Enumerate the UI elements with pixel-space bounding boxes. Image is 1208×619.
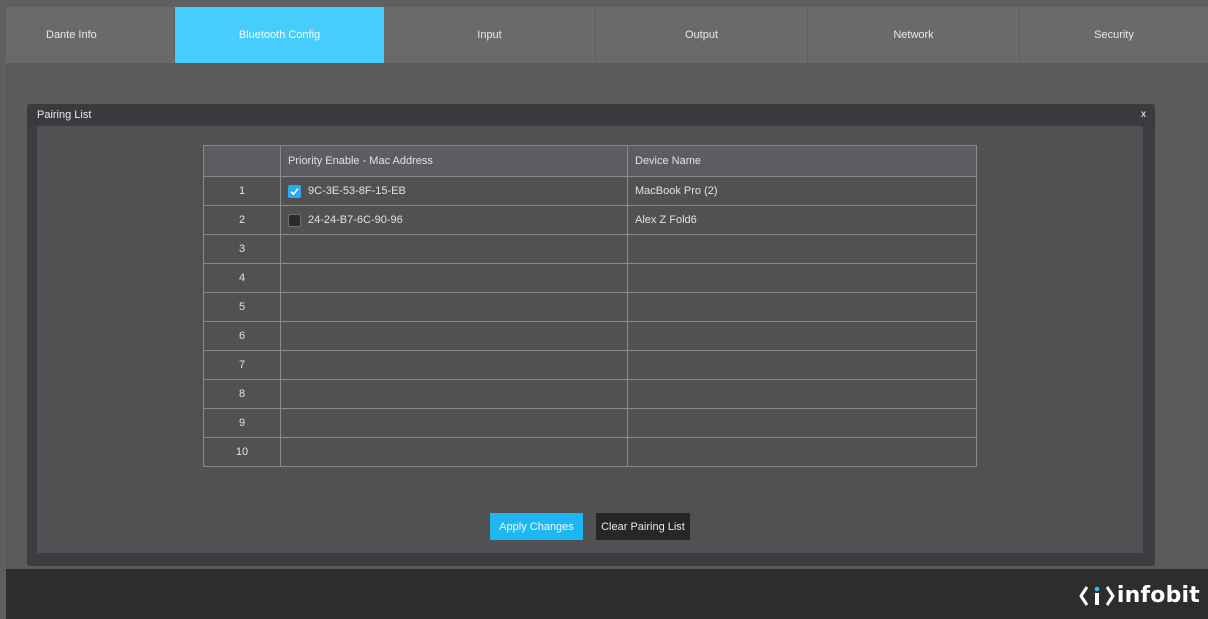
tab-output[interactable]: Output [596,7,808,63]
top-nav: Dante Info Bluetooth Config Input Output… [6,7,1208,63]
tab-security[interactable]: Security [1020,7,1208,63]
row-index: 6 [203,321,281,351]
table-row: 9 [203,408,977,438]
tab-bluetooth-config[interactable]: Bluetooth Config [175,7,384,63]
mac-cell [280,408,628,438]
row-index: 4 [203,263,281,293]
footer-bar: infobit [6,569,1208,619]
modal-body: Priority Enable - Mac Address Device Nam… [37,126,1143,553]
mac-address: 24-24-B7-6C-90-96 [308,214,403,226]
table-row: 3 [203,234,977,264]
device-name [627,263,977,293]
modal-header: Pairing List x [27,104,1155,126]
mac-column-header: Priority Enable - Mac Address [280,145,628,177]
table-row: 8 [203,379,977,409]
device-name [627,321,977,351]
modal-title: Pairing List [37,109,92,121]
mac-cell [280,292,628,322]
tab-input[interactable]: Input [384,7,596,63]
logo-wordmark: infobit [1116,583,1200,608]
device-name [627,292,977,322]
device-name [627,408,977,438]
row-index: 1 [203,176,281,206]
mac-cell: 9C-3E-53-8F-15-EB [280,176,628,206]
row-index: 9 [203,408,281,438]
close-icon[interactable]: x [1141,109,1146,120]
infobit-logo-icon [1079,585,1115,606]
priority-checkbox[interactable] [288,184,301,198]
priority-checkbox[interactable] [288,213,301,227]
tab-dante-info[interactable]: Dante Info [6,7,175,63]
infobit-logo: infobit [1079,583,1200,608]
clear-pairing-list-button[interactable]: Clear Pairing List [596,513,690,540]
table-row: 4 [203,263,977,293]
row-index: 2 [203,205,281,235]
row-index: 5 [203,292,281,322]
device-name [627,350,977,380]
row-index: 3 [203,234,281,264]
device-name: MacBook Pro (2) [627,176,977,206]
apply-changes-button[interactable]: Apply Changes [490,513,583,540]
pairing-list-modal: Pairing List x Priority Enable - Mac Add… [27,104,1155,566]
table-row: 2 24-24-B7-6C-90-96 Alex Z Fold6 [203,205,977,235]
table-row: 5 [203,292,977,322]
mac-cell [280,263,628,293]
mac-cell [280,437,628,467]
pairing-table: Priority Enable - Mac Address Device Nam… [203,145,977,467]
mac-cell [280,321,628,351]
tab-network[interactable]: Network [808,7,1020,63]
mac-address: 9C-3E-53-8F-15-EB [308,185,406,197]
table-row: 7 [203,350,977,380]
mac-cell [280,350,628,380]
check-icon [290,187,299,195]
table-row: 6 [203,321,977,351]
mac-cell [280,379,628,409]
table-row: 10 [203,437,977,467]
table-row: 1 9C-3E-53-8F-15-EB MacBook Pro (2) [203,176,977,206]
mac-cell [280,234,628,264]
row-index: 7 [203,350,281,380]
mac-cell: 24-24-B7-6C-90-96 [280,205,628,235]
table-header-row: Priority Enable - Mac Address Device Nam… [203,145,977,177]
row-index: 10 [203,437,281,467]
device-column-header: Device Name [627,145,977,177]
device-name: Alex Z Fold6 [627,205,977,235]
index-column-header [203,145,281,177]
device-name [627,379,977,409]
device-name [627,437,977,467]
device-name [627,234,977,264]
row-index: 8 [203,379,281,409]
